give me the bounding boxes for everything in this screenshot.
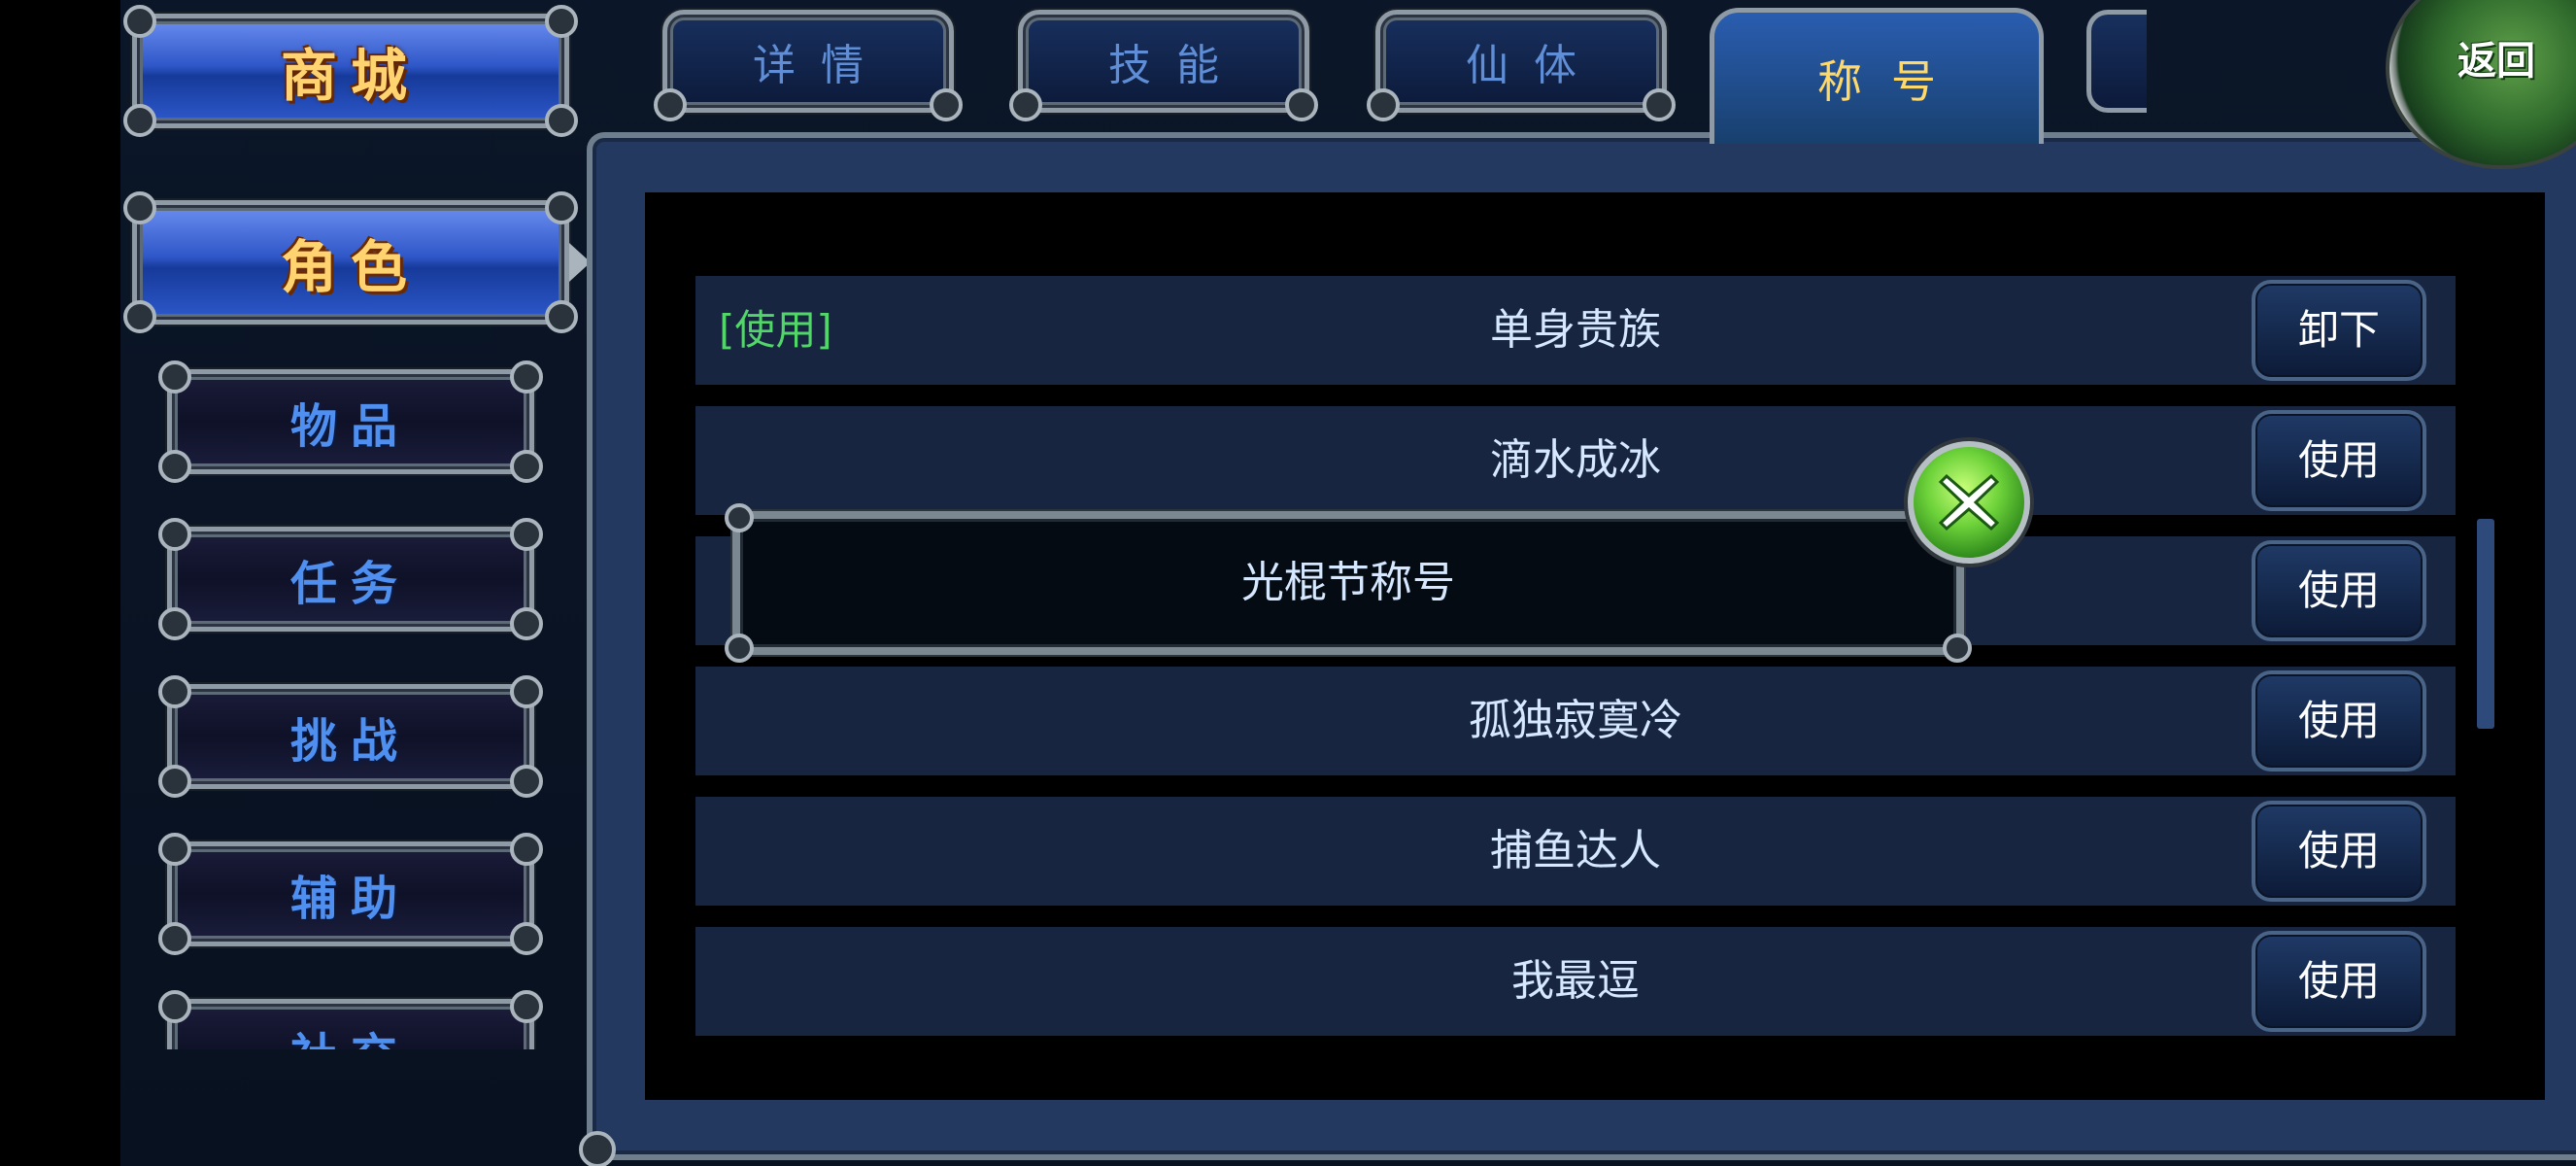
menu-role-label: 角色 [280, 234, 421, 300]
game-screen: 商城 角色 物品 任务 挑战 辅助 社交 详情 [0, 0, 2576, 1166]
menu-item-social[interactable]: 社交 [158, 990, 543, 1049]
menu-item-challenge[interactable]: 挑战 [158, 675, 543, 798]
title-popup: 光棍节称号 [725, 503, 1972, 663]
tab-titles[interactable]: 称号 [1710, 8, 2044, 144]
menu-item-assist[interactable]: 辅助 [158, 833, 543, 955]
unequip-button[interactable]: 卸下 [2252, 280, 2426, 381]
use-button[interactable]: 使用 [2252, 801, 2426, 902]
use-button[interactable]: 使用 [2252, 931, 2426, 1032]
title-name: 孤独寂寞冷 [1469, 696, 1682, 745]
title-row: 我最逗 使用 [695, 927, 2456, 1036]
tab-label: 称号 [1817, 54, 1965, 108]
popup-title: 光棍节称号 [1241, 558, 1455, 607]
use-button[interactable]: 使用 [2252, 540, 2426, 641]
list-scrollbar[interactable] [2477, 519, 2494, 729]
tab-immortal-body[interactable]: 仙体 [1367, 10, 1676, 121]
tab-label: 技能 [1108, 41, 1244, 90]
menu-item-label: 挑战 [289, 714, 411, 769]
tab-skills[interactable]: 技能 [1009, 10, 1318, 121]
title-name: 我最逗 [1511, 956, 1640, 1006]
title-row: 捕鱼达人 使用 [695, 797, 2456, 906]
menu-item-quests[interactable]: 任务 [158, 518, 543, 640]
menu-role-button[interactable]: 角色 [123, 191, 578, 333]
shop-button[interactable]: 商城 [123, 5, 578, 137]
menu-item-label: 物品 [289, 399, 411, 454]
tab-label: 详情 [753, 41, 889, 90]
title-name: 单身贵族 [1490, 305, 1661, 355]
menu-item-label: 任务 [289, 557, 411, 611]
menu-item-label: 社交 [290, 1017, 411, 1049]
use-button[interactable]: 使用 [2252, 670, 2426, 772]
shop-button-label: 商城 [280, 43, 421, 109]
title-row: [使用] 单身贵族 卸下 [695, 276, 2456, 385]
tab-details[interactable]: 详情 [654, 10, 963, 121]
title-row: 孤独寂寞冷 使用 [695, 667, 2456, 775]
use-button[interactable]: 使用 [2252, 410, 2426, 511]
close-x-glyph [1938, 473, 2000, 532]
tab-next-partial[interactable] [2086, 10, 2147, 113]
tab-label: 仙体 [1466, 41, 1602, 90]
close-x-icon[interactable] [1908, 441, 2030, 564]
menu-item-items[interactable]: 物品 [158, 360, 543, 483]
side-menu-list[interactable]: 物品 任务 挑战 辅助 社交 [146, 350, 563, 1049]
title-row: 滴水成冰 使用 [695, 406, 2456, 515]
title-name: 滴水成冰 [1490, 435, 1661, 485]
menu-item-label: 辅助 [289, 872, 411, 926]
back-button-label: 返回 [2457, 38, 2535, 84]
title-name: 捕鱼达人 [1490, 826, 1661, 875]
